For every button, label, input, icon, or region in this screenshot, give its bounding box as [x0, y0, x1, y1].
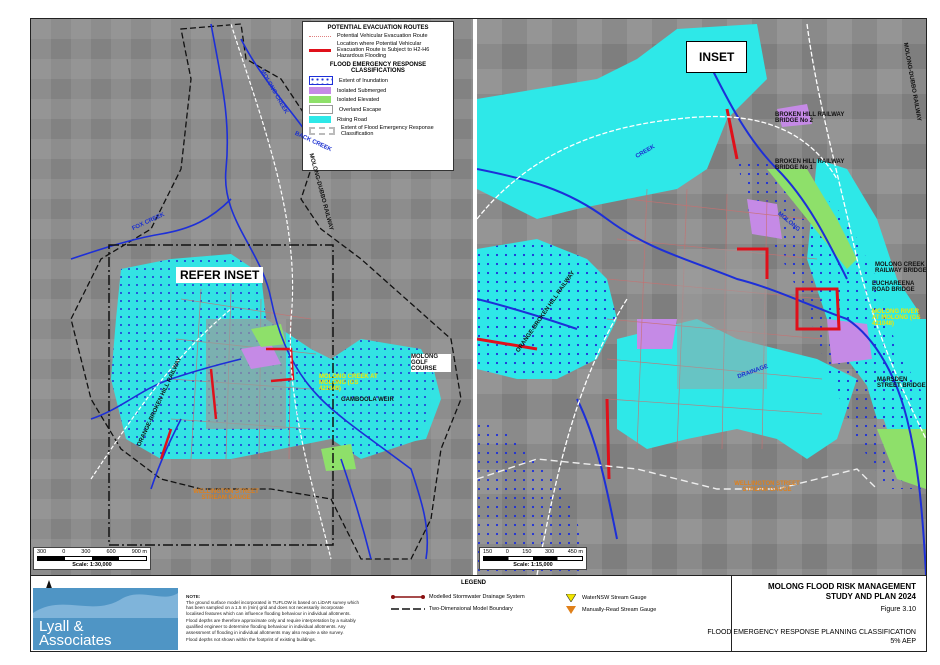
- legend-boundary: Two-Dimensional Model Boundary: [391, 606, 513, 612]
- legend-row: Extent of Flood Emergency Response Class…: [309, 125, 447, 137]
- submerged-swatch: [309, 87, 331, 94]
- rising-road-swatch: [309, 116, 331, 123]
- scale-graphic: [37, 556, 147, 561]
- scale-tick: 0: [62, 549, 66, 555]
- scale-caption: Scale: 1:15,000: [513, 562, 553, 568]
- map-label: BROKEN HILL RAILWAY BRIDGE No 1: [775, 159, 845, 171]
- map-label: BROKEN HILL RAILWAY BRIDGE No 2: [775, 112, 845, 124]
- company-logo: Lyall & Associates: [33, 588, 178, 650]
- scale-tick: 0: [505, 549, 509, 555]
- map-label: MARSDEN STREET BRIDGE: [877, 377, 926, 389]
- inset-map-canvas: [477, 19, 926, 575]
- scale-bar-left: 300 0 300 600 900 m Scale: 1:30,000: [33, 547, 151, 570]
- scale-tick: 450 m: [567, 549, 583, 555]
- note-text: Flood depths not shown within the footpr…: [186, 637, 316, 643]
- legend-row: Overland Escape: [309, 105, 447, 114]
- map-label: MOLONG RIVER AT MOLONG (GS 421048): [872, 309, 921, 327]
- scale-ticks: 300 0 300 600 900 m: [37, 549, 147, 555]
- scale-tick: 300: [81, 549, 91, 555]
- title-divider: [731, 576, 732, 651]
- legend-row: Rising Road: [309, 116, 447, 123]
- map-label: MOLONG CREEK RAILWAY BRIDGE: [875, 262, 926, 274]
- legend-label: Extent of Inundation: [339, 77, 388, 84]
- map-label: WELLINGTON STREET STREAM GAUGE: [193, 489, 259, 501]
- legend-manual-gauge: Manually-Read Stream Gauge: [566, 606, 656, 614]
- legend-label: Potential Vehicular Evacuation Route: [337, 33, 428, 39]
- legend-label: WaterNSW Stream Gauge: [582, 595, 647, 601]
- legend-label: Location where Potential Vehicular Evacu…: [337, 41, 430, 59]
- map-label: MOLONG GOLF COURSE: [411, 354, 451, 372]
- map-label: EUCHAREENA ROAD BRIDGE: [872, 281, 915, 293]
- stream-gauge-triangle-icon: [566, 594, 576, 602]
- note-text: Flood depths are therefore approximate o…: [186, 618, 356, 635]
- logo-line: Associates: [39, 632, 112, 649]
- scale-caption: Scale: 1:30,000: [72, 562, 112, 568]
- figure-number: Figure 3.10: [880, 606, 916, 613]
- legend-title: LEGEND: [461, 580, 487, 586]
- manual-gauge-triangle-icon: [566, 606, 576, 614]
- inundation-swatch: [309, 76, 333, 85]
- scale-ticks: 150 0 150 300 450 m: [483, 549, 583, 555]
- logo-text: Lyall & Associates: [39, 619, 112, 649]
- report-title: MOLONG FLOOD RISK MANAGEMENT: [768, 582, 916, 591]
- refer-inset-label: REFER INSET: [176, 267, 264, 283]
- legend-row: Isolated Elevated: [309, 96, 447, 103]
- stormwater-line-icon: [391, 595, 425, 599]
- report-subtitle: STUDY AND PLAN 2024: [825, 592, 916, 601]
- legend-label: Two-Dimensional Model Boundary: [429, 606, 513, 612]
- notes-block: NOTE: The ground surface model incorpora…: [186, 594, 361, 643]
- legend-row: Extent of Inundation: [309, 76, 447, 85]
- legend-evac-header: POTENTIAL EVACUATION ROUTES: [327, 25, 429, 31]
- elevated-swatch: [309, 96, 331, 103]
- scale-tick: 300: [544, 549, 555, 555]
- boundary-dash-icon: [391, 608, 425, 610]
- title-block: N Lyall & Associates NOTE: The ground su…: [31, 575, 926, 651]
- map-label: WELLINGTON STREET STREAM GAUGE: [734, 481, 800, 493]
- logo-wave-graphic: [33, 593, 178, 618]
- note-text: The ground surface model incorporated in…: [186, 599, 360, 616]
- scale-tick: 900 m: [131, 549, 147, 555]
- legend-label: Extent of Flood Emergency Response Class…: [341, 125, 434, 137]
- legend-row: Isolated Submerged: [309, 87, 447, 94]
- legend-row-hazard-route: Location where Potential Vehicular Evacu…: [309, 41, 447, 59]
- legend-label: Rising Road: [337, 116, 367, 123]
- inset-map[interactable]: INSET BROKEN HILL RAILWAY BRIDGE No 2 BR…: [477, 19, 926, 575]
- legend-label: Isolated Elevated: [337, 96, 380, 103]
- scale-tick: 600: [106, 549, 116, 555]
- hazard-route-swatch: [309, 48, 331, 52]
- scale-graphic: [483, 556, 583, 561]
- figure-title: FLOOD EMERGENCY RESPONSE PLANNING CLASSI…: [707, 629, 916, 636]
- scale-tick: 150: [522, 549, 532, 555]
- legend-row-evac-route: Potential Vehicular Evacuation Route: [309, 33, 447, 39]
- scale-tick: 150: [483, 549, 493, 555]
- map-label: GAMBOOLA WEIR: [341, 397, 394, 403]
- evac-route-swatch: [309, 35, 331, 37]
- overview-map[interactable]: POTENTIAL EVACUATION ROUTES Potential Ve…: [31, 19, 473, 575]
- figure-frame: POTENTIAL EVACUATION ROUTES Potential Ve…: [30, 18, 927, 652]
- legend-label: Modelled Stormwater Drainage System: [429, 594, 525, 600]
- inset-title: INSET: [686, 41, 748, 73]
- legend-stormwater: Modelled Stormwater Drainage System: [391, 594, 525, 600]
- legend-label: Isolated Submerged: [337, 87, 387, 94]
- scale-bar-right: 150 0 150 300 450 m Scale: 1:15,000: [479, 547, 587, 570]
- map-label: MOLONG CREEK AT MOLONG (GS 421048): [319, 374, 378, 392]
- legend-class-header: FLOOD EMERGENCY RESPONSE CLASSIFICATIONS: [329, 62, 427, 74]
- extent-swatch: [309, 127, 335, 135]
- legend-nsw-gauge: WaterNSW Stream Gauge: [566, 594, 647, 602]
- overland-swatch: [309, 105, 333, 114]
- scale-tick: 300: [37, 549, 47, 555]
- legend-label: Manually-Read Stream Gauge: [582, 607, 657, 613]
- aep-label: 5% AEP: [890, 638, 916, 645]
- legend-label: Overland Escape: [339, 106, 382, 113]
